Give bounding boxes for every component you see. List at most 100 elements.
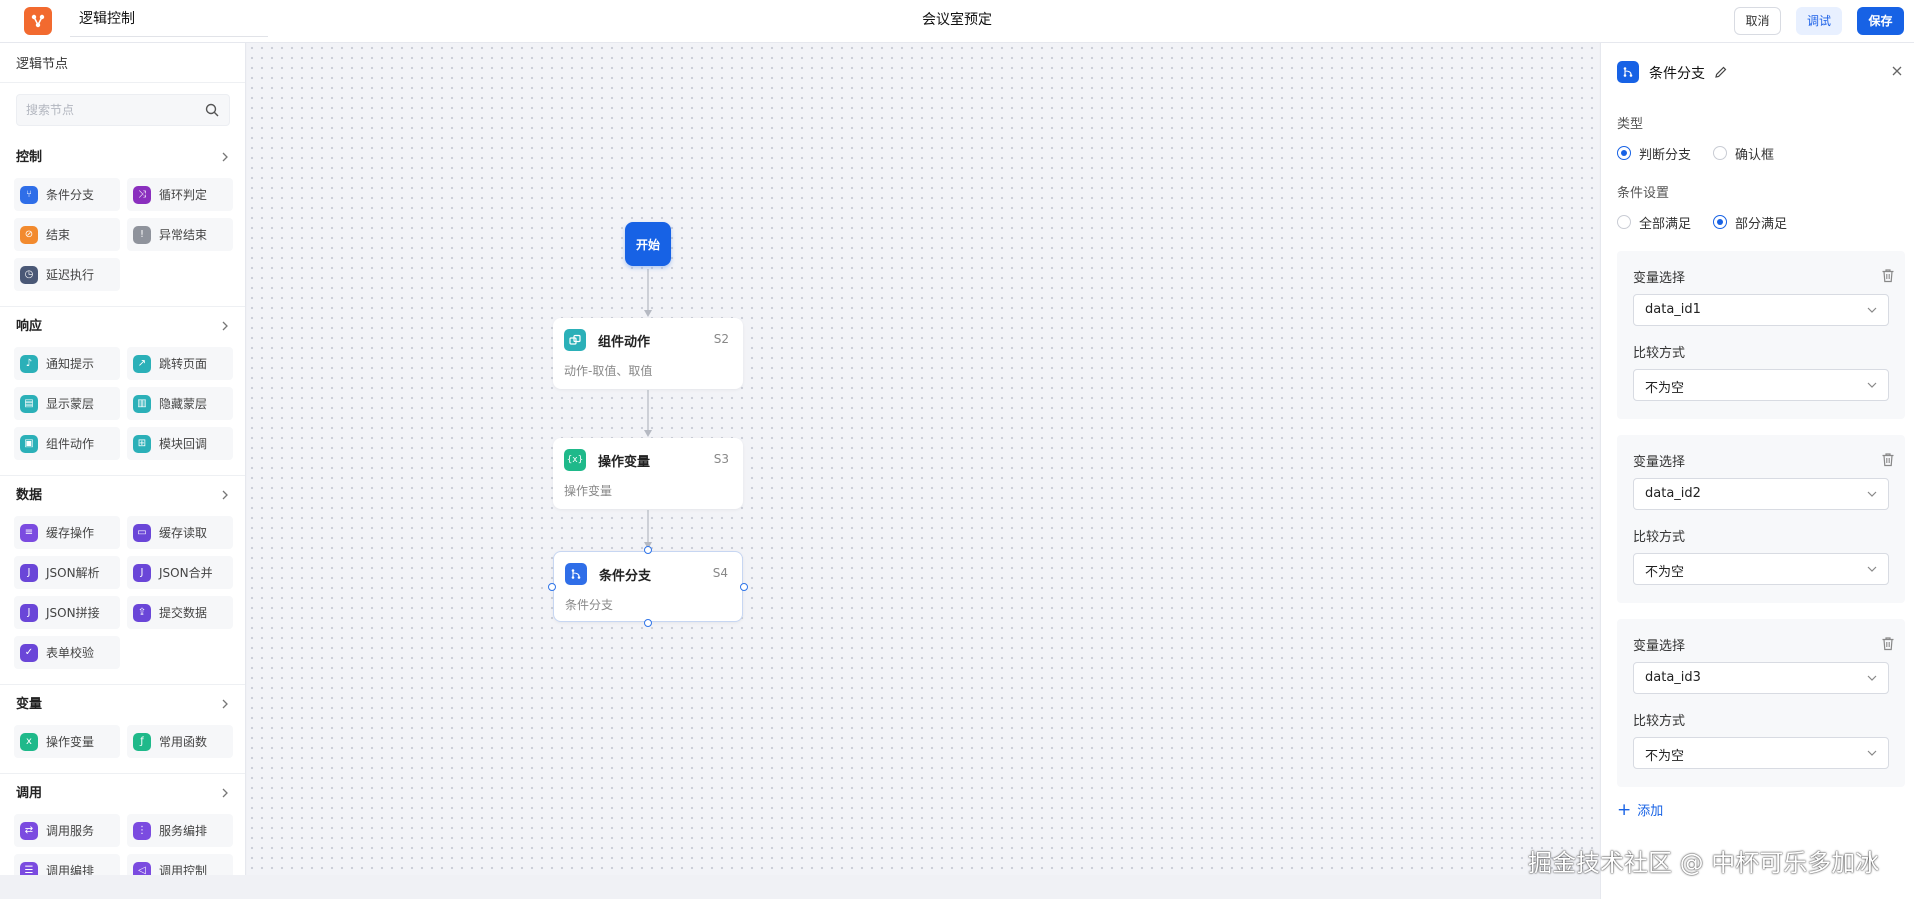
- palette-item-label: 条件分支: [46, 188, 95, 202]
- palette-item[interactable]: J JSON合并: [127, 556, 233, 589]
- trash-icon[interactable]: [1881, 452, 1895, 467]
- palette-item[interactable]: ! 异常结束: [127, 218, 233, 251]
- palette-item-label: 调用控制: [159, 864, 208, 875]
- palette-item[interactable]: ⋮ 服务编排: [127, 814, 233, 847]
- variable-select[interactable]: data_id2: [1633, 478, 1889, 510]
- radio-type-branch[interactable]: 判断分支: [1617, 144, 1692, 163]
- palette-item[interactable]: ▥ 隐藏蒙层: [127, 387, 233, 420]
- category-header[interactable]: 响应: [16, 317, 230, 337]
- category-header[interactable]: 调用: [16, 784, 230, 804]
- palette-item[interactable]: x 操作变量: [14, 725, 120, 758]
- radio-condition-partial[interactable]: 部分满足: [1713, 213, 1787, 232]
- flow-node-s2[interactable]: 组件动作 S2 动作-取值、取值: [553, 318, 743, 389]
- cancel-button[interactable]: 取消: [1734, 7, 1781, 35]
- node-id: S2: [713, 332, 729, 346]
- palette-item[interactable]: ↗ 跳转页面: [127, 347, 233, 380]
- palette-item[interactable]: ☰ 调用编排: [14, 854, 120, 875]
- palette-item-label: 服务编排: [159, 824, 208, 838]
- add-condition-button[interactable]: + 添加: [1617, 800, 1663, 819]
- node-title: 条件分支: [599, 569, 652, 584]
- compare-label: 比较方式: [1633, 346, 1686, 361]
- connect-handle-right[interactable]: [740, 583, 748, 591]
- palette-item-label: JSON合并: [159, 566, 213, 580]
- call-orchestrate-icon: ☰: [20, 861, 38, 875]
- component-icon: ▣: [20, 434, 38, 453]
- palette-item[interactable]: ◁ 调用控制: [127, 854, 233, 875]
- connect-handle-left[interactable]: [548, 583, 556, 591]
- top-bar: 逻辑控制 会议室预定 取消 调试 保存: [0, 0, 1914, 43]
- app-title[interactable]: 逻辑控制: [70, 0, 268, 37]
- node-description: 动作-取值、取值: [564, 364, 653, 378]
- palette-item[interactable]: ⑂ 条件分支: [14, 178, 120, 211]
- palette-item-label: 组件动作: [46, 437, 95, 451]
- category-header[interactable]: 控制: [16, 148, 230, 168]
- category-header[interactable]: 变量: [16, 695, 230, 715]
- palette-item[interactable]: ⇄ 调用服务: [14, 814, 120, 847]
- flow-canvas[interactable]: [247, 43, 1599, 875]
- connect-handle-top[interactable]: [644, 546, 652, 554]
- category-divider: [0, 773, 245, 774]
- palette-item-label: 常用函数: [159, 735, 208, 749]
- debug-button[interactable]: 调试: [1796, 7, 1842, 35]
- palette-item[interactable]: J JSON解析: [14, 556, 120, 589]
- palette-item[interactable]: ▣ 组件动作: [14, 427, 120, 460]
- save-icon: ▭: [133, 523, 151, 542]
- search-icon[interactable]: [204, 102, 220, 118]
- category-header[interactable]: 数据: [16, 486, 230, 506]
- trash-icon[interactable]: [1881, 268, 1895, 283]
- select-value: 不为空: [1645, 565, 1685, 580]
- palette-item-label: 调用服务: [46, 824, 95, 838]
- palette-item[interactable]: ▤ 显示蒙层: [14, 387, 120, 420]
- category-divider: [0, 475, 245, 476]
- compare-select[interactable]: 不为空: [1633, 737, 1889, 769]
- connect-handle-bottom[interactable]: [644, 619, 652, 627]
- variable-select[interactable]: data_id3: [1633, 662, 1889, 694]
- radio-label: 判断分支: [1639, 147, 1692, 163]
- node-search-input[interactable]: [26, 101, 196, 119]
- variable-label: 变量选择: [1633, 639, 1686, 654]
- chevron-right-icon: [222, 699, 228, 709]
- alert-icon: !: [133, 225, 151, 244]
- select-value: data_id3: [1645, 670, 1701, 685]
- node-description: 条件分支: [565, 598, 614, 612]
- flow-logo-icon: [31, 14, 45, 28]
- compare-select[interactable]: 不为空: [1633, 369, 1889, 401]
- palette-item[interactable]: ▭ 缓存读取: [127, 516, 233, 549]
- palette-item[interactable]: ◷ 延迟执行: [14, 258, 120, 291]
- palette-item[interactable]: ✓ 表单校验: [14, 636, 120, 669]
- radio-dot: [1713, 215, 1727, 229]
- palette-item[interactable]: J JSON拼接: [14, 596, 120, 629]
- palette-item-label: 通知提示: [46, 357, 95, 371]
- palette-item-label: 异常结束: [159, 228, 208, 242]
- chevron-down-icon: [1867, 491, 1877, 497]
- start-node[interactable]: 开始: [625, 222, 671, 266]
- palette-item[interactable]: ≡ 缓存操作: [14, 516, 120, 549]
- radio-type-confirm[interactable]: 确认框: [1713, 144, 1774, 163]
- variable-select[interactable]: data_id1: [1633, 294, 1889, 326]
- close-icon[interactable]: [1891, 65, 1903, 77]
- radio-condition-all[interactable]: 全部满足: [1617, 213, 1691, 232]
- save-button[interactable]: 保存: [1857, 7, 1904, 35]
- palette-item[interactable]: ⊞ 模块回调: [127, 427, 233, 460]
- flow-node-s4[interactable]: 条件分支 S4 条件分支: [553, 551, 743, 622]
- palette-item-label: 操作变量: [46, 735, 95, 749]
- edit-icon[interactable]: [1714, 65, 1728, 79]
- palette-item[interactable]: ƒ 常用函数: [127, 725, 233, 758]
- palette-item[interactable]: ⇪ 提交数据: [127, 596, 233, 629]
- palette-item[interactable]: ⊘ 结束: [14, 218, 120, 251]
- compare-select[interactable]: 不为空: [1633, 553, 1889, 585]
- trash-icon[interactable]: [1881, 636, 1895, 651]
- palette-item[interactable]: ♪ 通知提示: [14, 347, 120, 380]
- flow-node-s3[interactable]: {x} 操作变量 S3 操作变量: [553, 438, 743, 509]
- category-label: 变量: [16, 697, 43, 712]
- palette-item-label: 调用编排: [46, 864, 95, 875]
- palette-item[interactable]: ⤨ 循环判定: [127, 178, 233, 211]
- variable-icon: x: [20, 732, 38, 751]
- add-label: 添加: [1637, 804, 1664, 819]
- category-divider: [0, 306, 245, 307]
- layer-show-icon: ▤: [20, 394, 38, 413]
- compare-label: 比较方式: [1633, 530, 1686, 545]
- palette-item-label: 提交数据: [159, 606, 208, 620]
- shuffle-icon: ⤨: [133, 185, 151, 204]
- chevron-down-icon: [1867, 750, 1877, 756]
